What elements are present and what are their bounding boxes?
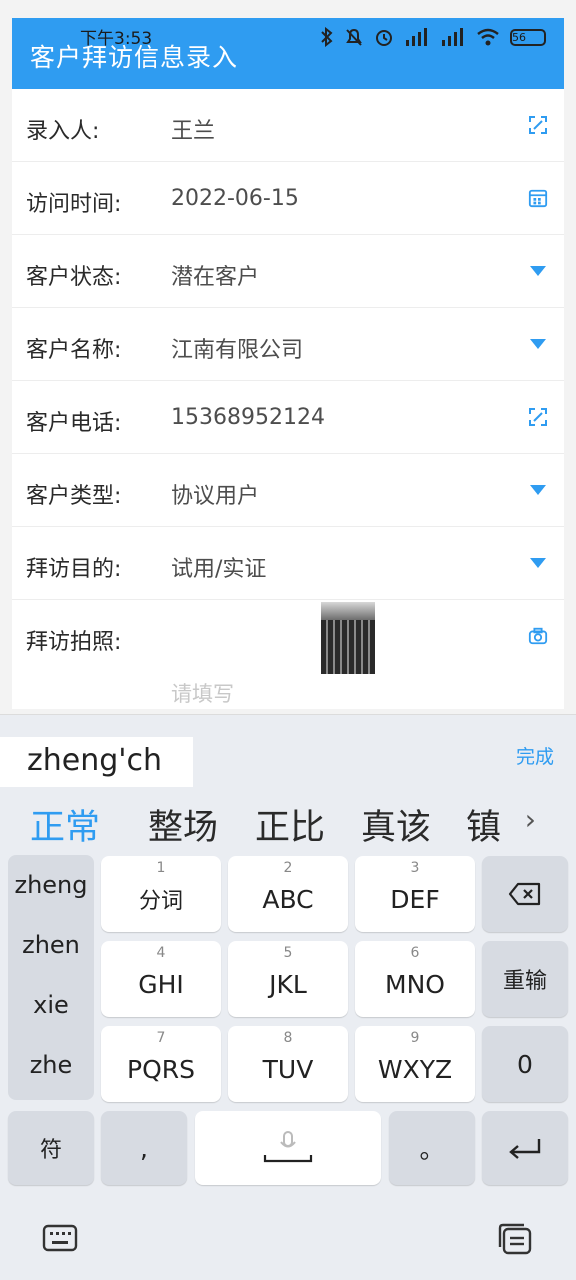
camera-icon[interactable]	[528, 626, 548, 646]
key-label: GHI	[138, 969, 184, 999]
status-icons: 56	[320, 24, 546, 50]
dropdown-icon[interactable]	[528, 553, 548, 573]
key-5[interactable]: 5 JKL	[228, 941, 348, 1017]
row-label: 客户名称:	[26, 338, 122, 363]
chevron-right-icon[interactable]: ›	[525, 803, 536, 836]
candidate-item[interactable]: 正常	[30, 799, 100, 850]
key-4[interactable]: 4 GHI	[101, 941, 221, 1017]
form-row-customer-name[interactable]: 客户名称: 江南有限公司	[12, 308, 564, 381]
syllable-item[interactable]: zheng	[8, 871, 94, 899]
form-row-recorder[interactable]: 录入人: 王兰	[12, 89, 564, 162]
key-2[interactable]: 2 ABC	[228, 856, 348, 932]
pinyin-composition: zheng'ch	[0, 737, 193, 787]
key-number: 8	[283, 1030, 293, 1046]
dropdown-icon[interactable]	[528, 480, 548, 500]
key-number: 3	[410, 860, 420, 876]
key-number: 9	[410, 1030, 420, 1046]
key-label: 分词	[138, 889, 183, 914]
key-9[interactable]: 9 WXYZ	[355, 1026, 475, 1102]
scan-icon[interactable]	[528, 115, 548, 135]
dropdown-icon[interactable]	[528, 261, 548, 281]
key-label: MNO	[385, 969, 445, 999]
key-number: 1	[156, 860, 166, 876]
key-1[interactable]: 1 分词	[101, 856, 221, 932]
key-label: TUV	[262, 1054, 314, 1084]
form-row-visit-purpose[interactable]: 拜访目的: 试用/实证	[12, 527, 564, 600]
visit-form: 录入人: 王兰 访问时间: 2022-06-15 客户状态: 潜在客户 客户名称…	[12, 89, 564, 709]
row-value[interactable]: 15368952124	[171, 405, 325, 430]
key-8[interactable]: 8 TUV	[228, 1026, 348, 1102]
key-7[interactable]: 7 PQRS	[101, 1026, 221, 1102]
alarm-icon	[374, 27, 394, 47]
key-6[interactable]: 6 MNO	[355, 941, 475, 1017]
form-row-customer-type[interactable]: 客户类型: 协议用户	[12, 454, 564, 527]
key-number: 5	[283, 945, 293, 961]
period-key[interactable]: 。	[389, 1111, 475, 1185]
candidate-item[interactable]: 正比	[255, 799, 325, 850]
backspace-icon	[508, 882, 541, 906]
candidate-item[interactable]: 真该	[361, 799, 431, 850]
scan-icon[interactable]	[528, 407, 548, 427]
row-label: 客户电话:	[26, 411, 122, 436]
row-label: 客户类型:	[26, 484, 122, 509]
mute-bell-icon	[344, 27, 364, 47]
form-row-customer-status[interactable]: 客户状态: 潜在客户	[12, 235, 564, 308]
row-value[interactable]: 2022-06-15	[171, 186, 299, 211]
keyboard-icon[interactable]	[42, 1223, 78, 1253]
syllable-list: zheng zhen xie zhe	[8, 855, 94, 1100]
battery-icon: 56	[510, 28, 546, 46]
row-label: 录入人:	[26, 119, 100, 144]
row-value[interactable]: 江南有限公司	[171, 332, 303, 364]
row-label: 拜访拍照:	[26, 630, 122, 655]
comma-key[interactable]: ,	[101, 1111, 187, 1185]
key-0[interactable]: 0	[482, 1026, 568, 1102]
wifi-icon	[476, 28, 500, 46]
signal-icon-2	[440, 28, 466, 46]
key-label: ABC	[262, 884, 314, 914]
status-time: 下午3:53	[80, 29, 153, 49]
row-value[interactable]: 协议用户	[171, 478, 259, 510]
ime-bottom-bar	[0, 1205, 576, 1280]
row-label: 拜访目的:	[26, 557, 122, 582]
reenter-key[interactable]: 重输	[482, 941, 568, 1017]
row-label: 客户状态:	[26, 265, 122, 290]
key-label: DEF	[390, 884, 440, 914]
syllable-item[interactable]: xie	[8, 991, 94, 1019]
space-key[interactable]	[195, 1111, 381, 1185]
row-label: 访问时间:	[26, 192, 122, 217]
key-number: 2	[283, 860, 293, 876]
key-label: JKL	[269, 969, 307, 999]
key-number: 6	[410, 945, 420, 961]
dropdown-icon[interactable]	[528, 334, 548, 354]
form-row-visit-photo[interactable]: 拜访拍照:	[12, 600, 564, 674]
key-number: 4	[156, 945, 166, 961]
syllable-item[interactable]: zhen	[8, 931, 94, 959]
enter-key[interactable]	[482, 1111, 568, 1185]
key-number: 7	[156, 1030, 166, 1046]
candidate-item[interactable]: 镇	[466, 799, 501, 850]
enter-icon	[509, 1139, 541, 1159]
microphone-icon	[263, 1131, 313, 1163]
key-label: WXYZ	[377, 1054, 453, 1084]
clipboard-icon[interactable]	[498, 1223, 534, 1255]
symbol-key[interactable]: 符	[8, 1111, 94, 1185]
done-button[interactable]: 完成	[516, 742, 554, 769]
syllable-item[interactable]: zhe	[8, 1051, 94, 1079]
ime-keyboard: zheng'ch 完成 正常 整场 正比 真该 镇 › zheng zhen x…	[0, 714, 576, 1280]
calendar-icon[interactable]	[528, 188, 548, 208]
form-row-visit-time[interactable]: 访问时间: 2022-06-15	[12, 162, 564, 235]
row-value[interactable]: 王兰	[171, 113, 215, 145]
backspace-key[interactable]	[482, 856, 568, 932]
signal-icon	[404, 28, 430, 46]
key-3[interactable]: 3 DEF	[355, 856, 475, 932]
row-value[interactable]: 潜在客户	[171, 259, 259, 291]
row-value[interactable]: 试用/实证	[171, 551, 266, 583]
form-row-customer-phone[interactable]: 客户电话: 15368952124	[12, 381, 564, 454]
photo-thumbnail[interactable]	[321, 602, 375, 674]
key-label: PQRS	[127, 1054, 195, 1084]
candidate-bar: 正常 整场 正比 真该 镇 ›	[0, 795, 576, 850]
remark-input[interactable]: 请填写	[171, 678, 234, 708]
bluetooth-icon	[320, 27, 334, 47]
candidate-item[interactable]: 整场	[148, 799, 218, 850]
